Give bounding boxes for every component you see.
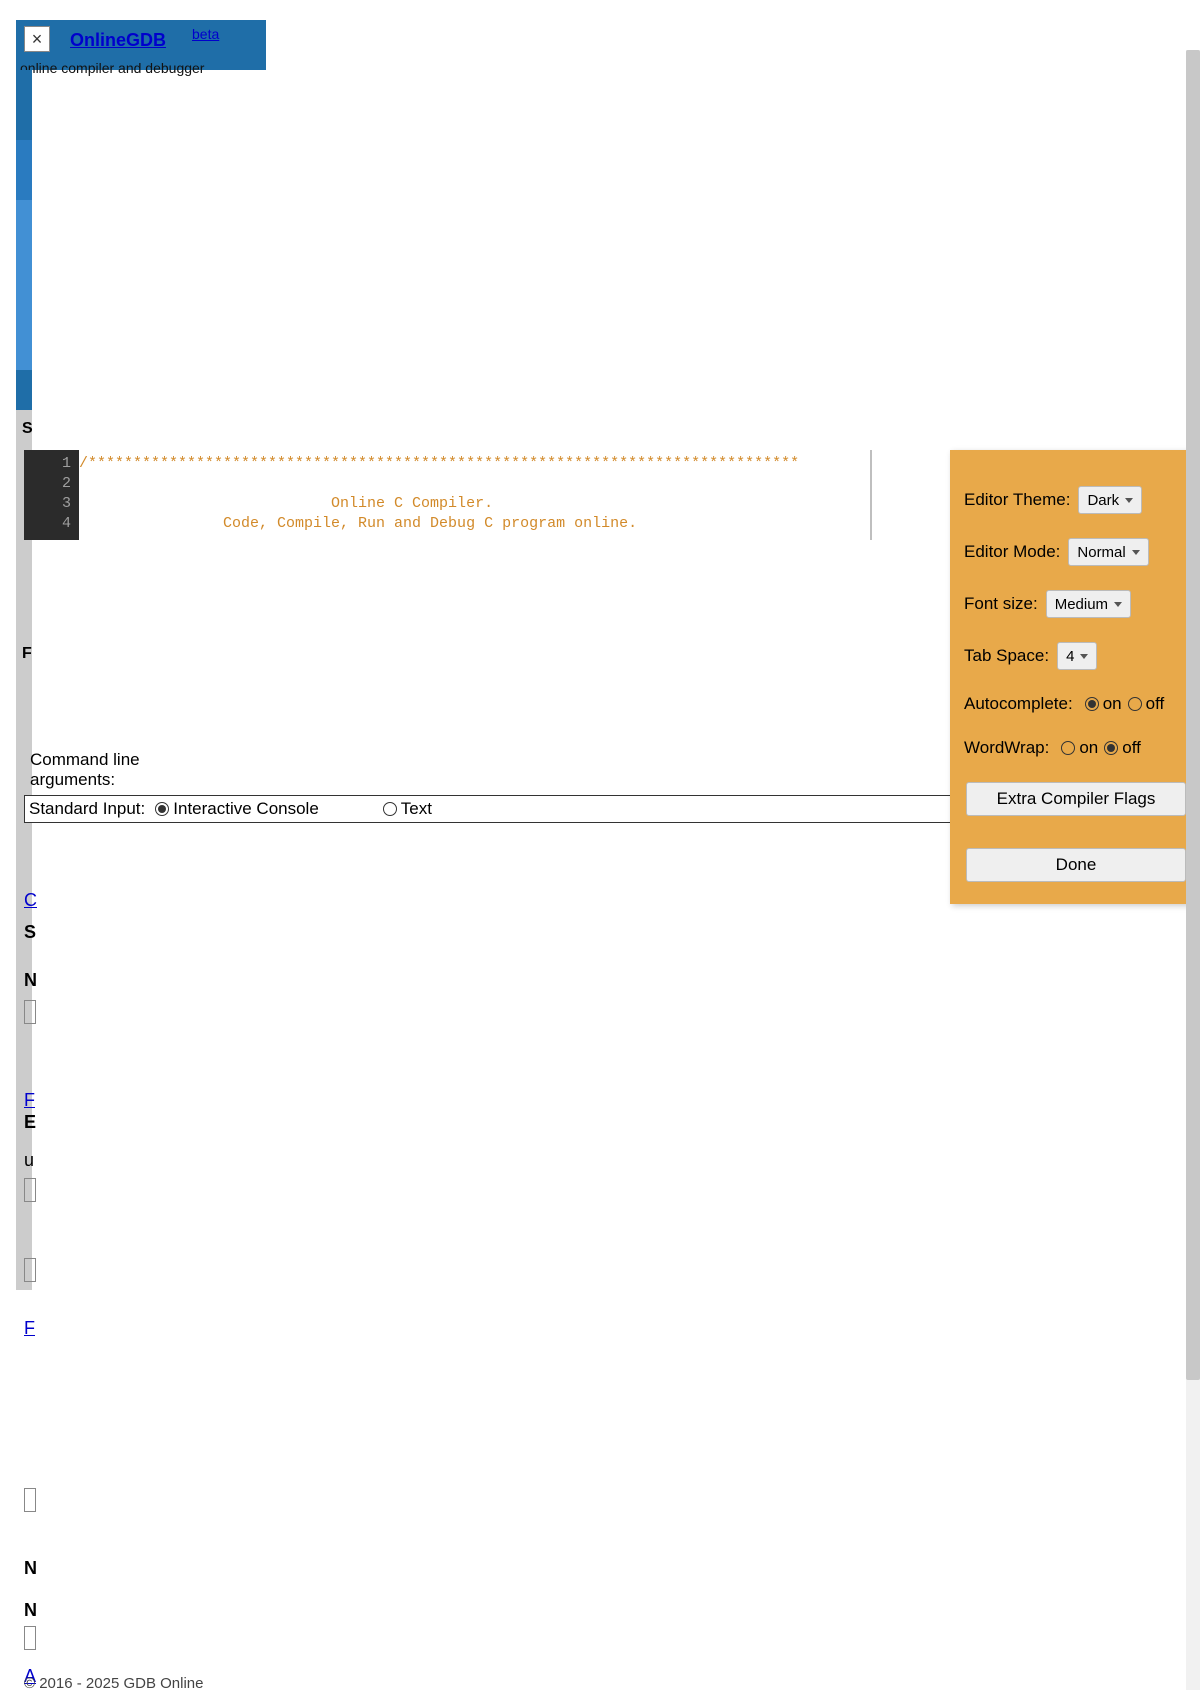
tagline: online compiler and debugger [20, 60, 204, 76]
stub-label-u: u [24, 1150, 34, 1171]
stub-link-f2[interactable]: F [24, 1318, 35, 1339]
stub-label-n2: N [24, 1558, 37, 1579]
extra-compiler-flags-button[interactable]: Extra Compiler Flags [966, 782, 1186, 816]
stdin-text-label: Text [401, 799, 432, 819]
wordwrap-on-radio[interactable] [1061, 741, 1075, 755]
line-number: 1 [24, 454, 71, 474]
settings-panel: Editor Theme: Dark Editor Mode: Normal F… [950, 450, 1200, 904]
stub-link-c[interactable]: C [24, 890, 37, 911]
chevron-down-icon [1114, 602, 1122, 607]
stub-input[interactable] [24, 1626, 36, 1650]
stub-input[interactable] [24, 1178, 36, 1202]
autocomplete-on-radio[interactable] [1085, 697, 1099, 711]
line-number: 3 [24, 494, 71, 514]
cmdline-label: Command line arguments: [30, 750, 200, 790]
scrollbar-thumb[interactable] [1186, 50, 1200, 1380]
autocomplete-label: Autocomplete: [964, 694, 1073, 714]
stub-label-n3: N [24, 1600, 37, 1621]
code-editor[interactable]: 1 2 3 4 /*******************************… [24, 450, 944, 540]
editor-gutter: 1 2 3 4 [24, 450, 79, 540]
stub-input[interactable] [24, 1488, 36, 1512]
line-number: 2 [24, 474, 71, 494]
stdin-text-radio[interactable] [383, 802, 397, 816]
editor-mode-label: Editor Mode: [964, 542, 1060, 562]
font-size-label: Font size: [964, 594, 1038, 614]
autocomplete-off-label: off [1146, 694, 1165, 714]
chevron-down-icon [1132, 550, 1140, 555]
editor-ruler [870, 450, 872, 540]
wordwrap-off-label: off [1122, 738, 1141, 758]
close-icon[interactable]: × [24, 26, 50, 52]
stdin-interactive-radio[interactable] [155, 802, 169, 816]
editor-theme-label: Editor Theme: [964, 490, 1070, 510]
wordwrap-off-radio[interactable] [1104, 741, 1118, 755]
chevron-down-icon [1080, 654, 1088, 659]
stub-label-s2: S [24, 922, 36, 943]
footer-copyright: © 2016 - 2025 GDB Online [24, 1675, 204, 1692]
stdin-label: Standard Input: [29, 799, 145, 819]
done-button[interactable]: Done [966, 848, 1186, 882]
stub-input[interactable] [24, 1000, 36, 1024]
tab-space-label: Tab Space: [964, 646, 1049, 666]
wordwrap-on-label: on [1079, 738, 1098, 758]
code-content[interactable]: /***************************************… [79, 450, 944, 540]
tab-space-dropdown[interactable]: 4 [1057, 642, 1097, 670]
autocomplete-off-radio[interactable] [1128, 697, 1142, 711]
stub-label-e: E [24, 1112, 36, 1133]
editor-mode-dropdown[interactable]: Normal [1068, 538, 1148, 566]
stub-link-f[interactable]: F [24, 1090, 35, 1111]
stub-label-s: S [22, 420, 33, 438]
stub-label-n: N [24, 970, 37, 991]
stub-label-f: F [22, 645, 32, 663]
chevron-down-icon [1125, 498, 1133, 503]
stub-input[interactable] [24, 1258, 36, 1282]
font-size-dropdown[interactable]: Medium [1046, 590, 1131, 618]
stdin-interactive-label: Interactive Console [173, 799, 319, 819]
logo-link[interactable]: OnlineGDB [70, 30, 166, 51]
line-number: 4 [24, 514, 71, 534]
editor-theme-dropdown[interactable]: Dark [1078, 486, 1142, 514]
beta-link[interactable]: beta [192, 26, 219, 42]
autocomplete-on-label: on [1103, 694, 1122, 714]
wordwrap-label: WordWrap: [964, 738, 1049, 758]
